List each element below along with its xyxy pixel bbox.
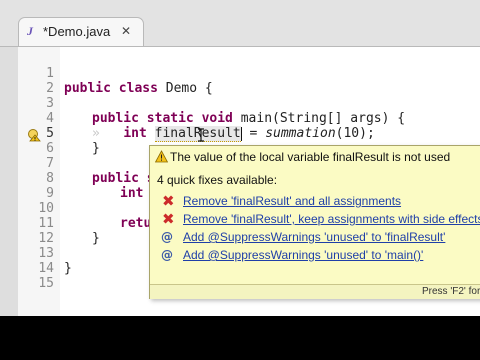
quick-fix-link[interactable]: Remove 'finalResult' and all assignments	[183, 194, 401, 208]
code-line-8: public s	[92, 171, 155, 187]
line-number: 14	[38, 261, 54, 276]
keyword: public s	[92, 171, 155, 186]
code-line-11: retu	[120, 216, 151, 232]
code-text: main(String[] args) {	[232, 111, 406, 126]
close-icon[interactable]: ✕	[121, 24, 131, 38]
code-text: =	[241, 126, 266, 141]
keyword: public static void	[92, 111, 233, 126]
quick-fix-popup: The value of the local variable finalRes…	[149, 145, 480, 299]
code-line-9: int	[120, 186, 143, 202]
tab-demo-java[interactable]: J *Demo.java ✕	[18, 17, 144, 47]
quick-fix-header: The value of the local variable finalRes…	[150, 146, 480, 168]
annotation-icon: @	[161, 248, 173, 262]
line-number: 10	[38, 201, 54, 216]
keyword: int	[123, 126, 147, 141]
quick-fix-item[interactable]: @ Add @SuppressWarnings 'unused' to 'fin…	[159, 228, 480, 246]
line-number: 6	[46, 141, 54, 156]
warning-message: The value of the local variable finalRes…	[170, 150, 451, 164]
code-line-2: public class Demo {	[64, 81, 213, 97]
editor-tab-bar: J *Demo.java ✕	[0, 0, 480, 47]
line-number: 2	[46, 81, 54, 96]
remove-icon: ✖	[162, 210, 175, 228]
line-number: 3	[46, 96, 54, 111]
fix-count: 4 quick fixes available:	[157, 173, 278, 187]
line-number: 9	[46, 186, 54, 201]
footer-hint: Press 'F2' for	[422, 286, 480, 297]
line-number: 1	[46, 66, 54, 81]
whitespace-marker: »	[92, 126, 124, 141]
keyword: retu	[120, 216, 152, 231]
warning-lightbulb-icon[interactable]	[27, 128, 41, 142]
method-call: summation	[265, 126, 336, 141]
code-line-12: }	[92, 231, 100, 246]
remove-icon: ✖	[162, 192, 175, 210]
line-number: 7	[46, 156, 54, 171]
annotation-icon: @	[161, 230, 173, 244]
java-file-icon: J	[27, 24, 33, 38]
code-line-6: }	[92, 141, 100, 156]
tab-title: *Demo.java	[43, 24, 111, 39]
line-number: 13	[38, 246, 54, 261]
keyword: int	[120, 186, 144, 201]
line-number: 11	[38, 216, 54, 231]
popup-footer: Press 'F2' for	[150, 284, 480, 299]
quick-fix-link[interactable]: Add @SuppressWarnings 'unused' to 'final…	[183, 230, 445, 244]
ibeam-cursor-icon	[198, 128, 204, 142]
eclipse-window: J *Demo.java ✕ 1 2 3 4 5 6 7 8 9 10 11 1…	[0, 0, 480, 316]
quick-fix-link[interactable]: Add @SuppressWarnings 'unused' to 'main(…	[183, 248, 423, 262]
line-number: 4	[46, 111, 54, 126]
line-number: 8	[46, 171, 54, 186]
quick-fix-link[interactable]: Remove 'finalResult', keep assignments w…	[183, 212, 480, 226]
warning-icon	[155, 150, 168, 163]
code-line-14: }	[64, 261, 72, 276]
quick-fix-item[interactable]: ✖ Remove 'finalResult' and all assignmen…	[159, 192, 480, 210]
code-line-5: » int finalResult = summation(10);	[92, 126, 375, 142]
line-number: 12	[38, 231, 54, 246]
left-strip	[0, 47, 18, 316]
code-text: Demo {	[157, 81, 213, 96]
line-number: 15	[38, 276, 54, 291]
code-text: (10);	[335, 126, 375, 141]
code-line-4: public static void main(String[] args) {	[92, 111, 405, 127]
quick-fix-item[interactable]: ✖ Remove 'finalResult', keep assignments…	[159, 210, 480, 228]
keyword: public class	[64, 81, 158, 96]
quick-fix-item[interactable]: @ Add @SuppressWarnings 'unused' to 'mai…	[159, 246, 480, 264]
